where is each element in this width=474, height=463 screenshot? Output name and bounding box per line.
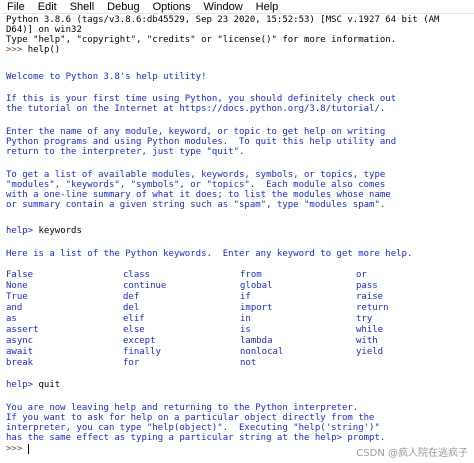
keyword: from: [240, 270, 262, 280]
help-prompt: help>: [6, 380, 39, 390]
keyword: raise: [356, 292, 384, 302]
version-line-2: D64)] on win32: [6, 25, 82, 35]
keyword: False: [6, 270, 34, 280]
keyword: for: [123, 358, 140, 368]
keyword: except: [123, 336, 156, 346]
shell-prompt: >>>: [6, 444, 23, 454]
keyword: await: [6, 347, 34, 357]
keyword: if: [240, 292, 251, 302]
menu-bar: File Edit Shell Debug Options Window Hel…: [0, 0, 474, 14]
keywords-intro: Here is a list of the Python keywords. E…: [6, 249, 413, 259]
info-line: Type "help", "copyright", "credits" or "…: [6, 35, 397, 45]
shell-text-area[interactable]: Python 3.8.6 (tags/v3.8.6:db45529, Sep 2…: [0, 14, 474, 463]
para2-line-3: return to the interpreter, just type "qu…: [6, 147, 245, 157]
input-line-keywords: help> keywords: [6, 226, 82, 236]
command-keywords: keywords: [38, 226, 82, 236]
input-line-quit: help> quit: [6, 380, 60, 390]
text-caret: [28, 444, 29, 454]
leaving-line-1: You are now leaving help and returning t…: [6, 403, 359, 413]
watermark: CSDN @疯人院在逃疯子: [356, 448, 468, 459]
menu-file[interactable]: File: [0, 0, 31, 14]
keyword: is: [240, 325, 251, 335]
leaving-line-4: has the same effect as typing a particul…: [6, 433, 386, 443]
para3-line-4: or summary contain a given string such a…: [6, 200, 386, 210]
para3-line-2: "modules", "keywords", "symbols", or "to…: [6, 180, 386, 190]
leaving-line-3: interpreter, you can type "help(object)"…: [6, 423, 380, 433]
keyword: yield: [356, 347, 384, 357]
version-line-1: Python 3.8.6 (tags/v3.8.6:db45529, Sep 2…: [6, 15, 440, 25]
menu-window[interactable]: Window: [197, 0, 249, 14]
menu-edit[interactable]: Edit: [31, 0, 63, 14]
keyword: del: [123, 303, 140, 313]
keyword: return: [356, 303, 389, 313]
para3-line-3: with a one-line summary of what it does;…: [6, 190, 391, 200]
shell-prompt: >>>: [6, 45, 28, 55]
keyword: assert: [6, 325, 39, 335]
input-line-help: >>> help(): [6, 45, 60, 55]
para1-line-1: If this is your first time using Python,…: [6, 94, 397, 104]
para1-line-2: the tutorial on the Internet at https://…: [6, 104, 386, 114]
help-prompt: help>: [6, 226, 39, 236]
keyword: and: [6, 303, 23, 313]
keyword: pass: [356, 281, 378, 291]
keyword: class: [123, 270, 151, 280]
menu-help[interactable]: Help: [249, 0, 285, 14]
command-help: help(): [27, 45, 61, 55]
menu-debug[interactable]: Debug: [100, 0, 145, 14]
keyword: while: [356, 325, 384, 335]
keyword: try: [356, 314, 373, 324]
final-prompt-line[interactable]: >>>: [6, 444, 22, 454]
menu-options[interactable]: Options: [146, 0, 197, 14]
keyword: break: [6, 358, 34, 368]
keyword: else: [123, 325, 145, 335]
keyword: with: [356, 336, 378, 346]
keyword: finally: [123, 347, 161, 357]
keyword: continue: [123, 281, 167, 291]
para3-line-1: To get a list of available modules, keyw…: [6, 170, 386, 180]
para2-line-2: Python programs and using Python modules…: [6, 137, 397, 147]
keyword: True: [6, 292, 28, 302]
keyword: global: [240, 281, 273, 291]
keyword: not: [240, 358, 257, 368]
menu-shell[interactable]: Shell: [63, 0, 100, 14]
para2-line-1: Enter the name of any module, keyword, o…: [6, 127, 386, 137]
keyword: as: [6, 314, 17, 324]
keyword: async: [6, 336, 34, 346]
keyword: lambda: [240, 336, 273, 346]
keyword: or: [356, 270, 367, 280]
keyword: def: [123, 292, 140, 302]
keyword: elif: [123, 314, 145, 324]
keyword: None: [6, 281, 28, 291]
keyword: import: [240, 303, 273, 313]
leaving-line-2: If you want to ask for help on a particu…: [6, 413, 375, 423]
command-quit: quit: [38, 380, 61, 390]
keyword: in: [240, 314, 251, 324]
welcome-line: Welcome to Python 3.8's help utility!: [6, 72, 207, 82]
keyword: nonlocal: [240, 347, 284, 357]
